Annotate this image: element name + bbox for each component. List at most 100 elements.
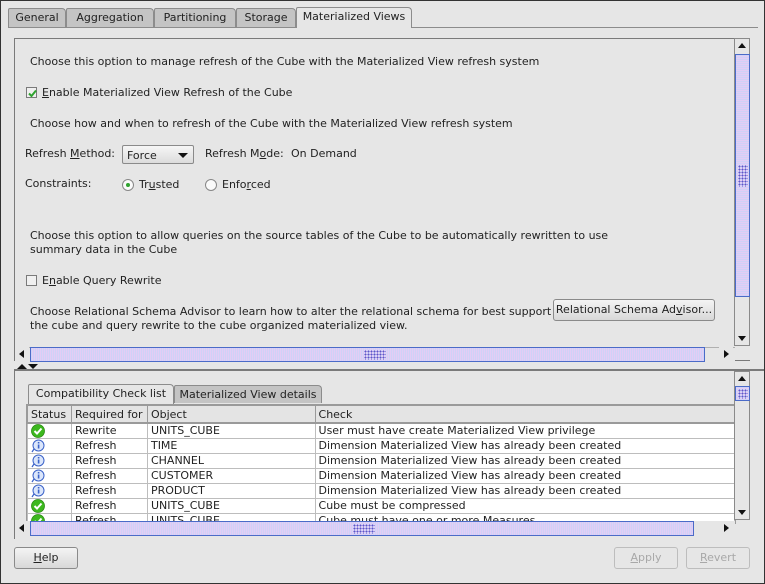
required-for-cell: Rewrite xyxy=(70,423,148,439)
mnemonic: E xyxy=(42,86,49,99)
status-cell xyxy=(27,438,72,454)
advisor-text-line1: Choose Relational Schema Advisor to lear… xyxy=(30,305,562,318)
check-cell: Cube must be compressed xyxy=(314,498,735,514)
scroll-up-button[interactable] xyxy=(735,372,749,386)
chevron-down-icon xyxy=(178,153,188,158)
status-cell xyxy=(27,423,72,439)
arrow-left-icon xyxy=(19,524,24,532)
check-cell: Dimension Materialized View has already … xyxy=(314,468,735,484)
tab-divider xyxy=(8,27,296,28)
table-row[interactable]: Refresh PRODUCT Dimension Materialized Vie… xyxy=(27,483,735,499)
lower-vertical-scroll-thumb[interactable] xyxy=(735,386,750,401)
query-rewrite-intro-line2: summary data in the Cube xyxy=(30,243,178,256)
help-button[interactable]: Help xyxy=(14,547,78,569)
trusted-radio[interactable] xyxy=(122,179,134,191)
enable-query-rewrite-label[interactable]: Enable Query Rewrite xyxy=(42,274,161,287)
query-rewrite-intro-line1: Choose this option to allow queries on t… xyxy=(30,229,609,242)
object-cell: UNITS_CUBE xyxy=(146,498,316,514)
required-for-cell: Refresh xyxy=(70,453,148,469)
scroll-up-button[interactable] xyxy=(735,39,749,53)
required-for-cell: Refresh xyxy=(70,483,148,499)
info-icon xyxy=(31,454,45,468)
ok-check-icon xyxy=(31,499,45,513)
arrow-right-icon xyxy=(724,350,729,358)
scroll-down-button[interactable] xyxy=(735,505,749,519)
enforced-radio[interactable] xyxy=(205,179,217,191)
arrow-up-icon xyxy=(738,43,746,48)
column-header-check[interactable]: Check xyxy=(314,405,735,424)
enable-mv-refresh-label[interactable]: Enable Materialized View Refresh of the … xyxy=(42,86,292,99)
tab-storage[interactable]: Storage xyxy=(236,8,296,27)
tab-divider xyxy=(412,27,758,28)
arrow-down-icon xyxy=(738,510,746,515)
grip-icon xyxy=(353,524,375,534)
object-cell: CHANNEL xyxy=(146,453,316,469)
scroll-left-button[interactable] xyxy=(15,521,29,535)
refresh-method-dropdown[interactable]: Force xyxy=(122,145,194,164)
status-cell xyxy=(27,483,72,499)
scroll-left-button[interactable] xyxy=(15,347,29,361)
enable-query-rewrite-checkbox[interactable] xyxy=(26,275,37,286)
arrow-up-icon xyxy=(738,376,746,381)
radio-selected-dot xyxy=(126,183,130,187)
ok-check-icon xyxy=(31,424,45,438)
check-cell: Dimension Materialized View has already … xyxy=(314,438,735,454)
info-icon xyxy=(31,469,45,483)
scroll-down-button[interactable] xyxy=(735,331,749,345)
scroll-right-button[interactable] xyxy=(719,521,733,535)
arrow-right-icon xyxy=(724,524,729,532)
check-table-viewport: Status Required for Object Check Rewrite… xyxy=(26,404,736,524)
grip-icon xyxy=(738,389,748,399)
enable-mv-refresh-checkbox[interactable] xyxy=(26,87,37,98)
scroll-right-button[interactable] xyxy=(719,347,733,361)
info-icon xyxy=(31,439,45,453)
trusted-label[interactable]: Trusted xyxy=(139,178,179,191)
check-cell: User must have create Materialized View … xyxy=(314,423,735,439)
mv-refresh-intro-text: Choose this option to manage refresh of … xyxy=(30,55,540,68)
upper-vertical-scroll-thumb[interactable] xyxy=(735,54,750,297)
tab-aggregation[interactable]: Aggregation xyxy=(66,8,154,27)
refresh-mode-value: On Demand xyxy=(291,147,357,160)
compatibility-check-table: Status Required for Object Check Rewrite… xyxy=(27,405,735,523)
tab-partitioning[interactable]: Partitioning xyxy=(154,8,236,27)
table-row[interactable]: Refresh CHANNEL Dimension Materialized Vie… xyxy=(27,453,735,469)
checkmark-icon xyxy=(28,89,37,98)
tab-materialized-view-details[interactable]: Materialized View details xyxy=(174,385,322,403)
constraints-label: Constraints: xyxy=(25,177,92,190)
table-row[interactable]: Refresh UNITS_CUBE Cube must be compressed xyxy=(27,498,735,514)
required-for-cell: Refresh xyxy=(70,498,148,514)
info-icon xyxy=(31,484,45,498)
relational-schema-advisor-button[interactable]: Relational Schema Advisor... xyxy=(553,299,715,321)
tab-materialized-views[interactable]: Materialized Views xyxy=(296,7,412,28)
status-cell xyxy=(27,453,72,469)
arrow-left-icon xyxy=(19,350,24,358)
grip-icon xyxy=(364,350,386,360)
table-row[interactable]: Rewrite UNITS_CUBE User must have create M… xyxy=(27,423,735,439)
tab-general[interactable]: General xyxy=(8,8,66,27)
advisor-text-line2: the cube and query rewrite to the cube o… xyxy=(30,319,408,332)
label-text: nable Materialized View Refresh of the C… xyxy=(48,86,293,99)
enforced-label[interactable]: Enforced xyxy=(222,178,271,191)
column-header-object[interactable]: Object xyxy=(146,405,316,424)
column-header-required-for[interactable]: Required for xyxy=(70,405,148,424)
revert-button[interactable]: Revert xyxy=(686,547,750,569)
apply-button[interactable]: Apply xyxy=(614,547,678,569)
table-row[interactable]: Refresh TIME Dimension Materialized View h… xyxy=(27,438,735,454)
status-cell xyxy=(27,498,72,514)
refresh-method-value: Force xyxy=(127,149,157,162)
table-row[interactable]: Refresh CUSTOMER Dimension Materialized Vi… xyxy=(27,468,735,484)
object-cell: UNITS_CUBE xyxy=(146,423,316,439)
object-cell: CUSTOMER xyxy=(146,468,316,484)
required-for-cell: Refresh xyxy=(70,438,148,454)
refresh-method-label: Refresh Method: xyxy=(25,147,116,160)
object-cell: TIME xyxy=(146,438,316,454)
check-cell: Dimension Materialized View has already … xyxy=(314,483,735,499)
table-header-row: Status Required for Object Check xyxy=(27,405,735,424)
upper-horizontal-scroll-thumb[interactable] xyxy=(30,347,705,362)
lower-horizontal-scroll-thumb[interactable] xyxy=(30,521,694,536)
tab-compatibility-check-list[interactable]: Compatibility Check list xyxy=(28,384,174,404)
check-cell: Dimension Materialized View has already … xyxy=(314,453,735,469)
column-header-status[interactable]: Status xyxy=(27,405,72,424)
object-cell: PRODUCT xyxy=(146,483,316,499)
status-cell xyxy=(27,468,72,484)
